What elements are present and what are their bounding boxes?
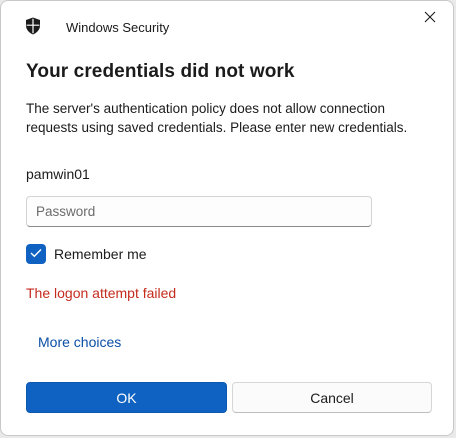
- close-icon: [424, 10, 436, 28]
- credentials-dialog: Windows Security Your credentials did no…: [0, 0, 454, 436]
- more-choices-link[interactable]: More choices: [38, 334, 121, 350]
- remember-me-label[interactable]: Remember me: [54, 246, 147, 262]
- dialog-message: The server's authentication policy does …: [26, 101, 408, 135]
- password-field[interactable]: [26, 196, 372, 227]
- title-bar: Windows Security: [1, 1, 453, 47]
- close-button[interactable]: [417, 7, 443, 31]
- dialog-heading: Your credentials did not work: [26, 61, 295, 82]
- username-label: pamwin01: [26, 166, 90, 182]
- ok-button[interactable]: OK: [26, 382, 227, 413]
- checkmark-icon: [30, 245, 42, 263]
- window-title: Windows Security: [66, 20, 170, 35]
- shield-icon: [25, 17, 41, 35]
- remember-me-checkbox[interactable]: [26, 244, 46, 264]
- cancel-button[interactable]: Cancel: [232, 382, 432, 413]
- error-message: The logon attempt failed: [26, 285, 177, 301]
